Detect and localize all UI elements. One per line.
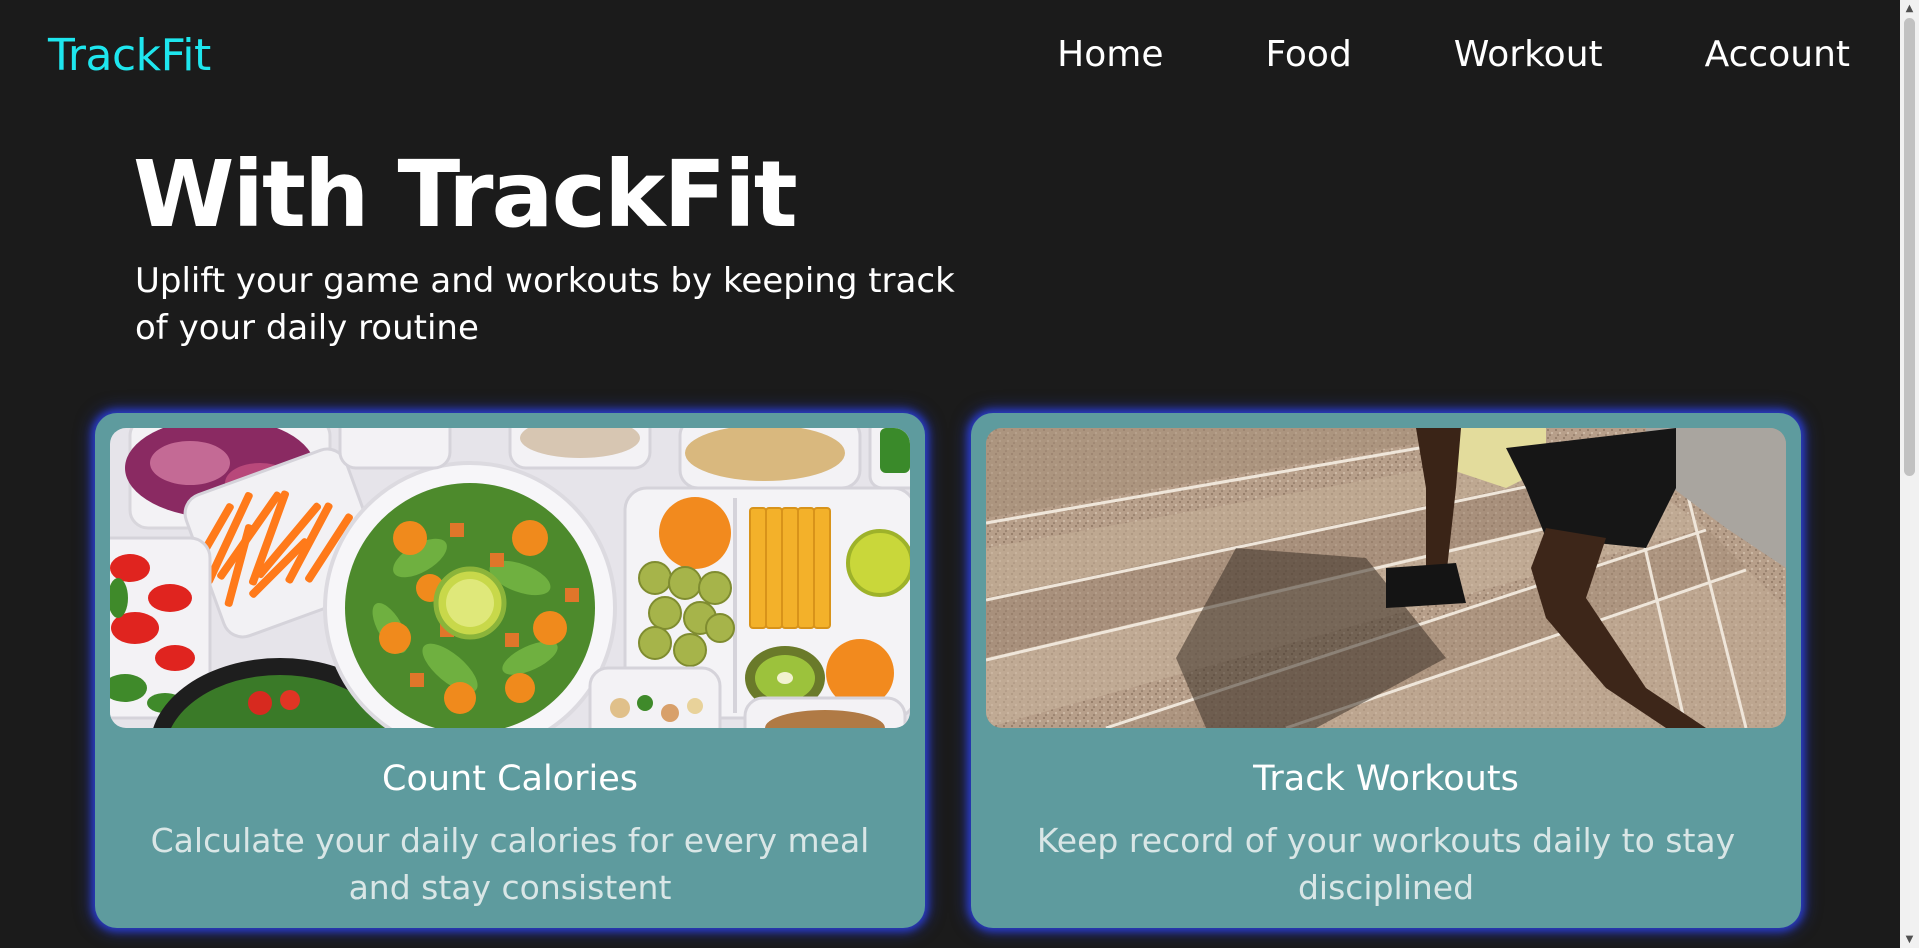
scroll-thumb[interactable] xyxy=(1904,18,1915,476)
card-title: Track Workouts xyxy=(1253,759,1519,799)
main-nav: Home Food Workout Account xyxy=(1057,34,1850,75)
stairs-runner-image xyxy=(986,428,1786,728)
hero-title: With TrackFit xyxy=(133,141,798,248)
nav-home-link[interactable]: Home xyxy=(1057,34,1163,75)
site-header: TrackFit Home Food Workout Account xyxy=(0,0,1900,112)
count-calories-card[interactable]: Count Calories Calculate your daily calo… xyxy=(95,413,925,928)
scroll-down-arrow-icon[interactable]: ▼ xyxy=(1900,931,1919,948)
hero-subtitle: Uplift your game and workouts by keeping… xyxy=(135,261,955,348)
page: TrackFit Home Food Workout Account With … xyxy=(0,0,1900,948)
scroll-up-arrow-icon[interactable]: ▲ xyxy=(1900,0,1919,17)
brand-logo[interactable]: TrackFit xyxy=(48,30,211,81)
track-workouts-card[interactable]: Track Workouts Keep record of your worko… xyxy=(971,413,1801,928)
vertical-scrollbar[interactable]: ▲ ▼ xyxy=(1900,0,1919,948)
nav-workout-link[interactable]: Workout xyxy=(1454,34,1603,75)
card-title: Count Calories xyxy=(382,759,638,799)
card-description: Keep record of your workouts daily to st… xyxy=(1036,821,1736,907)
meal-prep-image xyxy=(110,428,910,728)
nav-account-link[interactable]: Account xyxy=(1705,34,1850,75)
card-description: Calculate your daily calories for every … xyxy=(150,821,870,907)
nav-food-link[interactable]: Food xyxy=(1265,34,1351,75)
